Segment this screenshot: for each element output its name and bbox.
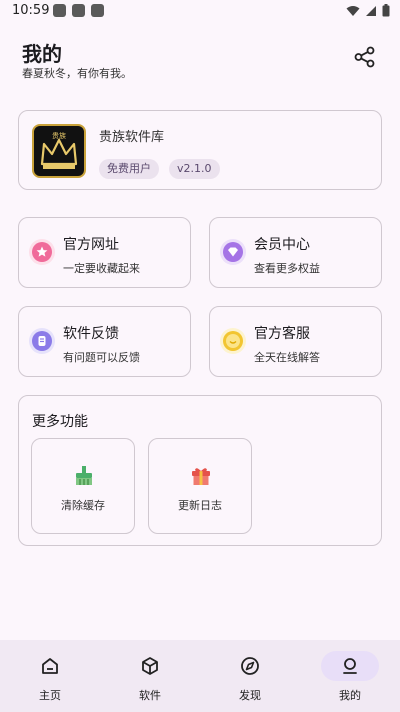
version-badge: v2.1.0: [169, 159, 220, 179]
app-name: 贵族软件库: [99, 130, 165, 145]
card-title: 软件反馈: [63, 326, 119, 342]
nav-label: 我的: [339, 689, 361, 702]
member-center-card[interactable]: 会员中心 查看更多权益: [209, 217, 382, 288]
app-info-card: 贵族 贵族软件库 免费用户 v2.1.0: [18, 110, 382, 190]
nav-item-software[interactable]: 软件: [100, 640, 200, 712]
customer-service-card[interactable]: 官方客服 全天在线解答: [209, 306, 382, 377]
update-log-button[interactable]: 更新日志: [148, 438, 252, 534]
gift-icon: [192, 468, 210, 485]
app-logo: 贵族: [32, 124, 86, 178]
status-time: 10:59: [12, 3, 50, 18]
card-title: 会员中心: [254, 237, 310, 253]
page-title: 我的: [22, 42, 62, 66]
feedback-icon: [29, 328, 55, 354]
card-subtitle: 有问题可以反馈: [63, 351, 140, 364]
cube-icon: [142, 657, 158, 675]
bottom-navigation: 主页 软件 发现 我的: [0, 640, 400, 712]
compass-icon: [241, 657, 259, 675]
nav-item-discover[interactable]: 发现: [200, 640, 300, 712]
app-logo-text: 贵族: [52, 131, 66, 140]
section-title: 更多功能: [32, 414, 88, 430]
battery-icon: [382, 4, 390, 17]
broom-icon: [76, 466, 92, 485]
clear-cache-button[interactable]: 清除缓存: [31, 438, 135, 534]
diamond-icon: [220, 239, 246, 265]
card-subtitle: 查看更多权益: [254, 262, 320, 275]
page-subtitle: 春夏秋冬，有你有我。: [22, 67, 132, 80]
status-bar: 10:59: [0, 0, 400, 24]
feedback-card[interactable]: 软件反馈 有问题可以反馈: [18, 306, 191, 377]
notification-icon: [91, 4, 104, 17]
home-icon: [42, 658, 58, 674]
card-subtitle: 全天在线解答: [254, 351, 320, 364]
card-title: 官方客服: [254, 326, 310, 342]
notification-icon: [53, 4, 66, 17]
share-icon[interactable]: [354, 46, 376, 68]
tool-label: 更新日志: [178, 499, 222, 512]
more-functions-card: 更多功能 清除缓存 更新日志: [18, 395, 382, 546]
nav-item-mine[interactable]: 我的: [300, 640, 400, 712]
nav-label: 发现: [239, 689, 261, 702]
signal-icon: [366, 5, 376, 16]
official-website-card[interactable]: 官方网址 一定要收藏起来: [18, 217, 191, 288]
smile-icon: [220, 328, 246, 354]
star-icon: [29, 239, 55, 265]
tool-label: 清除缓存: [61, 499, 105, 512]
notification-icon: [72, 4, 85, 17]
user-type-badge: 免费用户: [99, 159, 159, 179]
card-title: 官方网址: [63, 237, 119, 253]
nav-label: 软件: [139, 689, 161, 702]
profile-icon: [343, 658, 357, 674]
nav-label: 主页: [39, 689, 61, 702]
card-subtitle: 一定要收藏起来: [63, 262, 140, 275]
nav-item-home[interactable]: 主页: [0, 640, 100, 712]
wifi-icon: [346, 5, 360, 16]
